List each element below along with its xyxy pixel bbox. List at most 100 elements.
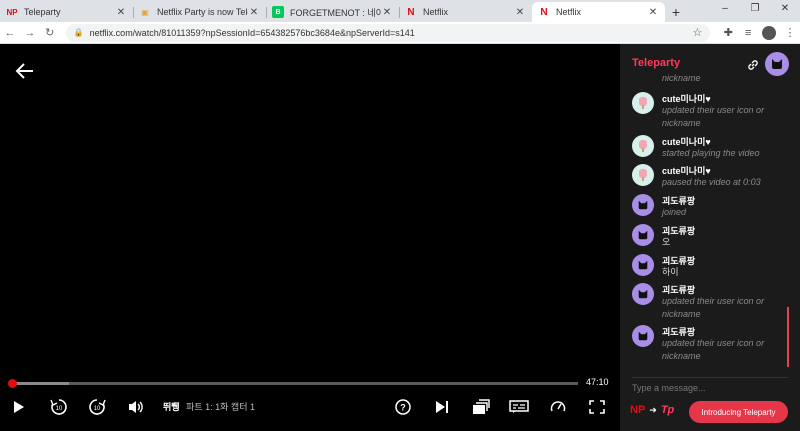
message-text: joined — [662, 207, 687, 217]
chat-scrollbar[interactable] — [787, 307, 789, 367]
video-player[interactable]: 47:10 10 10 뛰뛩 파트 1: 1화 캡터 1 ? — [0, 44, 620, 431]
svg-text:10: 10 — [94, 406, 101, 412]
close-icon[interactable]: ✕ — [381, 7, 393, 18]
naver-blog-favicon-icon: B — [272, 6, 284, 18]
url-text: netflix.com/watch/81011359?npSessionId=6… — [89, 27, 415, 38]
message-text: updated their user icon or nickname — [662, 105, 765, 128]
close-icon[interactable]: ✕ — [248, 7, 260, 18]
close-window-button[interactable]: ✕ — [770, 0, 800, 20]
back-arrow-icon[interactable] — [14, 60, 36, 82]
browser-tab-teleparty[interactable]: NP Teleparty ✕ — [0, 2, 133, 22]
sidebar-header: Teleparty — [620, 44, 800, 78]
episode-info: 뛰뛩 파트 1: 1화 캡터 1 — [163, 400, 255, 413]
svg-text:?: ? — [400, 403, 406, 413]
message-input[interactable] — [632, 381, 788, 395]
minimize-button[interactable]: – — [710, 0, 740, 20]
chat-messages[interactable]: nickname cute미나미♥ updated their user ico… — [620, 74, 800, 369]
sidebar-title: Teleparty — [632, 57, 681, 69]
netflix-favicon-icon: N — [540, 6, 548, 18]
browser-tab-netflix[interactable]: N Netflix ✕ — [399, 2, 532, 22]
browser-tab-netflix-active[interactable]: N Netflix ✕ — [532, 2, 665, 22]
browser-tab-naver-blog[interactable]: B FORGETMENOT : 네이버 블 ✕ — [266, 2, 399, 22]
user-avatar-cat-icon[interactable] — [765, 52, 789, 76]
help-button[interactable]: ? — [393, 397, 413, 417]
message-text: updated their user icon or nickname — [662, 296, 765, 319]
np-to-tp-logo: NP ➜ Tp — [630, 404, 674, 416]
cat-avatar-icon — [632, 224, 654, 246]
popsicle-avatar-icon — [632, 135, 654, 157]
subtitles-button[interactable] — [508, 397, 530, 417]
restore-button[interactable]: ❐ — [740, 0, 770, 20]
forward-arrow-icon[interactable]: → — [20, 27, 40, 39]
close-icon[interactable]: ✕ — [514, 7, 526, 18]
tab-title: Teleparty — [24, 7, 61, 17]
netflix-favicon-icon: N — [407, 6, 415, 18]
popsicle-avatar-icon — [632, 164, 654, 186]
url-input[interactable]: 🔒 netflix.com/watch/81011359?npSessionId… — [65, 23, 711, 42]
message-text: 오 — [662, 237, 671, 247]
extensions-puzzle-icon[interactable]: ✚ — [718, 26, 738, 39]
cat-avatar-icon — [632, 283, 654, 305]
volume-button[interactable] — [125, 397, 147, 417]
popsicle-avatar-icon — [632, 92, 654, 114]
cat-avatar-icon — [632, 325, 654, 347]
help-icon: ? — [395, 399, 411, 415]
forward-10-button[interactable]: 10 — [86, 397, 108, 417]
playback-speed-button[interactable] — [548, 397, 568, 417]
buffered-bar — [12, 382, 69, 385]
show-title: 뛰뛩 — [163, 402, 180, 412]
episodes-stack-icon — [473, 399, 490, 414]
fullscreen-button[interactable] — [586, 397, 608, 417]
teleparty-logo: Tp — [660, 404, 675, 416]
teleparty-sidebar: Teleparty nickname cute미나미♥ updated thei… — [620, 44, 800, 431]
message-text: nickname — [662, 74, 701, 83]
volume-icon — [129, 401, 143, 413]
browser-tab-netflix-party[interactable]: ▣ Netflix Party is now Telepa ✕ — [133, 2, 266, 22]
subtitles-icon — [509, 400, 529, 413]
profile-avatar-icon[interactable] — [762, 25, 777, 40]
address-bar: ← → ↻ 🔒 netflix.com/watch/81011359?npSes… — [0, 22, 800, 44]
svg-text:10: 10 — [56, 406, 63, 412]
new-tab-button[interactable]: + — [665, 2, 687, 22]
close-icon[interactable]: ✕ — [115, 7, 127, 18]
introducing-teleparty-button[interactable]: Introducing Teleparty — [689, 401, 788, 423]
tab-bar: NP Teleparty ✕ ▣ Netflix Party is now Te… — [0, 0, 800, 22]
lock-icon: 🔒 — [73, 28, 84, 37]
forward-10-icon: 10 — [89, 399, 106, 415]
scrubber-handle[interactable] — [8, 379, 17, 388]
time-remaining: 47:10 — [586, 377, 609, 387]
close-icon[interactable]: ✕ — [647, 7, 659, 18]
next-episode-icon — [436, 401, 448, 413]
play-icon — [14, 401, 24, 413]
teleparty-favicon-icon: NP — [6, 7, 18, 17]
episode-label: 파트 1: 1화 캡터 1 — [186, 402, 255, 412]
arrow-right-icon: ➜ — [649, 404, 657, 415]
reload-icon[interactable]: ↻ — [40, 26, 60, 39]
message-text: paused the video at 0:03 — [662, 177, 761, 187]
fullscreen-icon — [589, 400, 605, 414]
progress-bar[interactable] — [12, 382, 578, 385]
cat-avatar-icon — [632, 254, 654, 276]
netflix-party-logo: NP — [630, 404, 646, 416]
tab-title: Netflix — [423, 7, 449, 17]
rewind-10-icon: 10 — [50, 399, 67, 415]
tab-title: Netflix Party is now Telepa — [157, 7, 248, 17]
tab-title: Netflix — [556, 7, 582, 17]
episodes-button[interactable] — [470, 397, 492, 417]
divider — [632, 377, 788, 378]
message-text: started playing the video — [662, 148, 760, 158]
next-episode-button[interactable] — [432, 397, 452, 417]
reading-list-icon[interactable]: ≡ — [738, 27, 758, 39]
rewind-10-button[interactable]: 10 — [48, 397, 70, 417]
message-text: updated their user icon or nickname — [662, 338, 765, 361]
tab-title: FORGETMENOT : 네이버 블 — [290, 7, 381, 18]
back-arrow-icon[interactable]: ← — [0, 27, 20, 39]
window-controls: – ❐ ✕ — [710, 0, 800, 20]
play-button[interactable] — [10, 397, 28, 417]
menu-kebab-icon[interactable]: ⋮ — [780, 26, 800, 39]
message-text: 하이 — [662, 267, 679, 277]
speedometer-icon — [550, 401, 566, 412]
rainbow-favicon-icon: ▣ — [141, 7, 149, 17]
bookmark-star-icon[interactable]: ☆ — [693, 26, 703, 39]
cat-avatar-icon — [632, 194, 654, 216]
